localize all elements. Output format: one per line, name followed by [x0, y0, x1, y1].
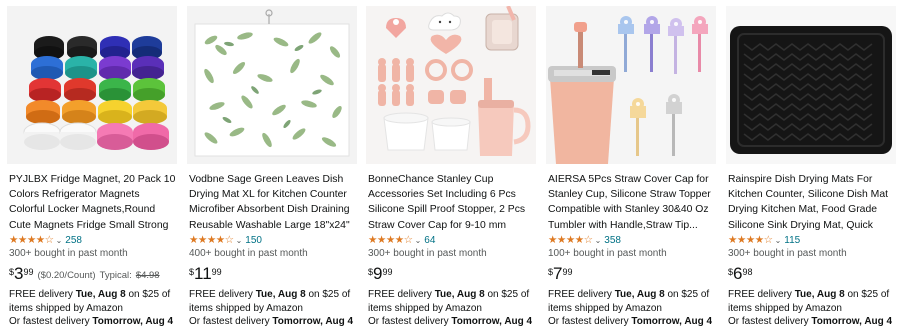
- chevron-down-icon[interactable]: ⌄: [56, 236, 63, 245]
- review-count-link[interactable]: 150: [245, 235, 262, 246]
- star-rating-icon[interactable]: ★★★★☆: [9, 234, 54, 246]
- delivery-prefix: FREE delivery: [189, 289, 256, 300]
- price-whole: 6: [733, 264, 743, 283]
- chevron-down-icon[interactable]: ⌄: [595, 236, 602, 245]
- bought-in-past-month: 300+ bought in past month: [9, 248, 128, 259]
- price-row[interactable]: $ 11 99: [189, 264, 222, 284]
- silicone-mat-image: [726, 6, 896, 164]
- unit-price: ($0.20/Count): [37, 270, 96, 281]
- product-card[interactable]: Vodbne Sage Green Leaves Dish Drying Mat…: [187, 6, 357, 328]
- price-fraction: 98: [742, 267, 753, 277]
- bought-in-past-month: 100+ bought in past month: [548, 248, 667, 259]
- price-fraction: 99: [23, 267, 34, 277]
- product-card[interactable]: BonneChance Stanley Cup Accessories Set …: [366, 6, 536, 328]
- product-title[interactable]: PYJLBX Fridge Magnet, 20 Pack 10 Colors …: [9, 172, 177, 233]
- price-row[interactable]: $ 6 98: [728, 264, 753, 284]
- product-card[interactable]: PYJLBX Fridge Magnet, 20 Pack 10 Colors …: [7, 6, 177, 328]
- price-row[interactable]: $ 7 99: [548, 264, 573, 284]
- bought-in-past-month: 300+ bought in past month: [368, 248, 487, 259]
- price-fraction: 99: [211, 267, 222, 277]
- fastest-delivery-date: Tomorrow, Aug 4: [631, 316, 713, 327]
- price-whole: 7: [553, 264, 563, 283]
- typical-price-label: Typical:: [99, 270, 132, 281]
- fastest-delivery-date: Tomorrow, Aug 4: [92, 316, 174, 327]
- delivery-prefix: FREE delivery: [9, 289, 76, 300]
- rating-row[interactable]: ★★★★☆ ⌄ 258: [9, 234, 82, 246]
- price-fraction: 99: [382, 267, 393, 277]
- fastest-delivery-prefix: Or fastest delivery: [728, 316, 812, 327]
- product-image[interactable]: [7, 6, 177, 164]
- delivery-date: Tue, Aug 8: [614, 289, 665, 300]
- bought-in-past-month: 300+ bought in past month: [728, 248, 847, 259]
- chevron-down-icon[interactable]: ⌄: [415, 236, 422, 245]
- rating-row[interactable]: ★★★★☆ ⌄ 64: [368, 234, 435, 246]
- rating-row[interactable]: ★★★★☆ ⌄ 358: [548, 234, 621, 246]
- chevron-down-icon[interactable]: ⌄: [775, 236, 782, 245]
- fastest-delivery-prefix: Or fastest delivery: [189, 316, 273, 327]
- delivery-prefix: FREE delivery: [728, 289, 795, 300]
- delivery-prefix: FREE delivery: [548, 289, 615, 300]
- delivery-info: FREE delivery Tue, Aug 8 on $25 of items…: [368, 288, 536, 329]
- product-card[interactable]: Rainspire Dish Drying Mats For Kitchen C…: [726, 6, 896, 328]
- product-image[interactable]: [366, 6, 536, 164]
- product-title[interactable]: AIERSA 5Pcs Straw Cover Cap for Stanley …: [548, 172, 716, 233]
- fastest-delivery-prefix: Or fastest delivery: [548, 316, 632, 327]
- delivery-info: FREE delivery Tue, Aug 8 on $25 of items…: [728, 288, 896, 329]
- price-whole: 9: [373, 264, 383, 283]
- price-fraction: 99: [562, 267, 573, 277]
- delivery-date: Tue, Aug 8: [75, 289, 126, 300]
- chevron-down-icon[interactable]: ⌄: [236, 236, 243, 245]
- magnets-image: [23, 36, 169, 150]
- product-title[interactable]: Vodbne Sage Green Leaves Dish Drying Mat…: [189, 172, 357, 233]
- fastest-delivery-prefix: Or fastest delivery: [368, 316, 452, 327]
- review-count-link[interactable]: 358: [604, 235, 621, 246]
- review-count-link[interactable]: 115: [784, 235, 800, 246]
- straw-covers-image: [546, 6, 716, 164]
- review-count-link[interactable]: 64: [424, 235, 435, 246]
- product-title[interactable]: BonneChance Stanley Cup Accessories Set …: [368, 172, 536, 233]
- review-count-link[interactable]: 258: [65, 235, 82, 246]
- product-grid: PYJLBX Fridge Magnet, 20 Pack 10 Colors …: [0, 0, 900, 332]
- typical-price: $4.98: [135, 270, 160, 281]
- rating-row[interactable]: ★★★★☆ ⌄ 150: [189, 234, 262, 246]
- delivery-info: FREE delivery Tue, Aug 8 on $25 of items…: [189, 288, 357, 329]
- fastest-delivery-date: Tomorrow, Aug 4: [451, 316, 533, 327]
- star-rating-icon[interactable]: ★★★★☆: [189, 234, 234, 246]
- product-image[interactable]: [546, 6, 716, 164]
- fastest-delivery-date: Tomorrow, Aug 4: [272, 316, 354, 327]
- star-rating-icon[interactable]: ★★★★☆: [368, 234, 413, 246]
- delivery-info: FREE delivery Tue, Aug 8 on $25 of items…: [548, 288, 716, 329]
- rating-row[interactable]: ★★★★☆ ⌄ 115: [728, 234, 800, 246]
- price-whole: 11: [194, 264, 212, 283]
- bought-in-past-month: 400+ bought in past month: [189, 248, 308, 259]
- price-row[interactable]: $ 3 99 ($0.20/Count) Typical: $4.98: [9, 264, 160, 284]
- product-image[interactable]: [187, 6, 357, 164]
- cup-accessories-image: [366, 6, 536, 164]
- star-rating-icon[interactable]: ★★★★☆: [548, 234, 593, 246]
- delivery-prefix: FREE delivery: [368, 289, 435, 300]
- product-card[interactable]: AIERSA 5Pcs Straw Cover Cap for Stanley …: [546, 6, 716, 328]
- leaf-mat-image: [194, 9, 350, 157]
- delivery-info: FREE delivery Tue, Aug 8 on $25 of items…: [9, 288, 177, 329]
- product-image[interactable]: [726, 6, 896, 164]
- fastest-delivery-prefix: Or fastest delivery: [9, 316, 93, 327]
- product-title[interactable]: Rainspire Dish Drying Mats For Kitchen C…: [728, 172, 896, 233]
- price-whole: 3: [14, 264, 24, 283]
- star-rating-icon[interactable]: ★★★★☆: [728, 234, 773, 246]
- delivery-date: Tue, Aug 8: [434, 289, 485, 300]
- price-row[interactable]: $ 9 99: [368, 264, 393, 284]
- delivery-date: Tue, Aug 8: [794, 289, 845, 300]
- delivery-date: Tue, Aug 8: [255, 289, 306, 300]
- fastest-delivery-date: Tomorrow, Aug 4: [811, 316, 893, 327]
